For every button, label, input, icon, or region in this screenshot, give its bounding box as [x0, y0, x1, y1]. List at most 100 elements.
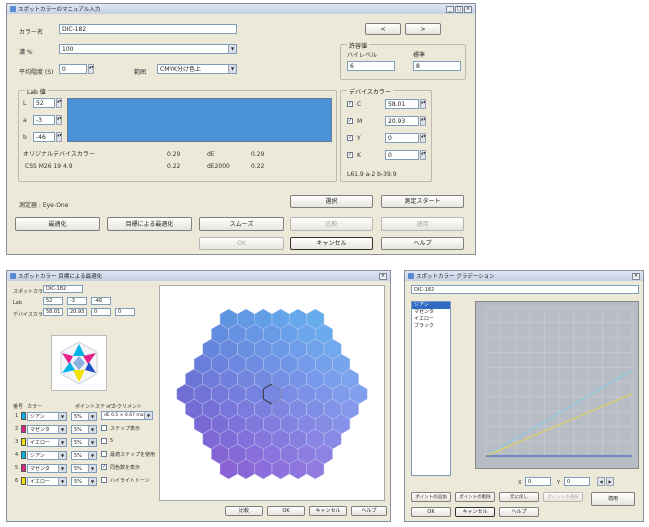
device-spinner[interactable]: ▲▼	[420, 150, 426, 160]
device-c-input[interactable]: 58.01	[385, 99, 419, 109]
device-m-checkbox[interactable]: ✓	[347, 118, 353, 124]
y-input[interactable]: 0	[564, 477, 590, 486]
device-spinner[interactable]: ▲▼	[420, 99, 426, 109]
option-checkbox[interactable]	[101, 477, 107, 483]
high-level-input[interactable]: 6	[347, 61, 395, 71]
lab-l-spinner[interactable]: ▲▼	[56, 98, 62, 108]
channel-list-item[interactable]: シアン	[412, 302, 450, 309]
device-value-field[interactable]: 0	[91, 308, 111, 316]
step-dropdown[interactable]: 5% ▼	[71, 477, 97, 486]
lab-b-spinner[interactable]: ▲▼	[56, 132, 62, 142]
step-dropdown[interactable]: 5% ▼	[71, 451, 97, 460]
lab-value-field[interactable]: 52	[43, 297, 63, 305]
prev-button[interactable]: <	[365, 23, 401, 35]
color-name-input[interactable]: DIC-182	[59, 24, 237, 34]
x-input[interactable]: 0	[525, 477, 551, 486]
tolerance-title: 許容値	[347, 41, 370, 50]
cancel-button[interactable]: キャンセル	[455, 507, 495, 517]
color-name-field[interactable]: DIC-182	[411, 285, 639, 294]
average-input[interactable]: 0	[59, 64, 87, 74]
color-dropdown[interactable]: マゼンタ ▼	[27, 464, 67, 473]
chevron-left-icon[interactable]: ◀	[597, 477, 605, 486]
device-spinner[interactable]: ▲▼	[420, 116, 426, 126]
option-checkbox[interactable]	[101, 438, 107, 444]
step-dropdown[interactable]: 5% ▼	[71, 438, 97, 447]
apply-button[interactable]: 適用	[591, 492, 635, 506]
spot-color-input[interactable]: DIC-182	[43, 285, 83, 293]
device-channel-label: K	[357, 152, 361, 159]
gradation-graph[interactable]	[475, 301, 639, 469]
close-button[interactable]: ×	[632, 272, 640, 280]
device-value-field[interactable]: 0	[115, 308, 135, 316]
step-value: 5%	[74, 440, 82, 446]
minimize-button[interactable]: _	[446, 5, 454, 13]
ok-button[interactable]: OK	[411, 507, 451, 517]
option-label: 同色数を表示	[110, 465, 141, 471]
add-point-button[interactable]: ポイントの追加	[411, 492, 451, 502]
close-button[interactable]: ×	[464, 5, 472, 13]
increment-dropdown[interactable]: dE 0.5 × 0.67 max ▼	[101, 411, 153, 420]
device-k-checkbox[interactable]: ✓	[347, 152, 353, 158]
device-value-field[interactable]: 58.01	[43, 308, 63, 316]
compare-button[interactable]: 比較	[225, 506, 263, 516]
help-button[interactable]: ヘルプ	[381, 237, 464, 250]
option-checkbox[interactable]	[101, 451, 107, 457]
lab-a-input[interactable]: -3	[33, 115, 55, 125]
lab-value-field[interactable]: -3	[67, 297, 87, 305]
chevron-right-icon[interactable]: ▶	[606, 477, 614, 486]
channel-list-item[interactable]: ブラック	[412, 323, 450, 330]
option-checkbox[interactable]: ✓	[101, 464, 107, 470]
close-button[interactable]: ×	[379, 272, 387, 280]
cancel-button[interactable]: キャンセル	[309, 506, 347, 516]
channel-list[interactable]: シアン マゼンタ イエロー ブラック	[411, 301, 451, 476]
select-point-button[interactable]: ポイントの選択	[543, 492, 583, 502]
smooth-button[interactable]: スムーズ	[199, 217, 284, 231]
lab-l-input[interactable]: 52	[33, 98, 55, 108]
help-button[interactable]: ヘルプ	[499, 507, 539, 517]
reset-button[interactable]: 元に戻し	[499, 492, 539, 502]
delete-point-button[interactable]: ポイントの削除	[455, 492, 495, 502]
device-value-field[interactable]: 20.93	[67, 308, 87, 316]
y-label: Y	[557, 480, 561, 486]
compare-button[interactable]: 比較	[290, 217, 373, 231]
channel-list-item[interactable]: マゼンタ	[412, 309, 450, 316]
cancel-button[interactable]: キャンセル	[290, 237, 373, 250]
select-button[interactable]: 選択	[290, 195, 373, 208]
color-dropdown[interactable]: イエロー ▼	[27, 477, 67, 486]
average-spinner[interactable]: ▲▼	[88, 64, 94, 74]
color-dropdown[interactable]: シアン ▼	[27, 451, 67, 460]
standard-input[interactable]: 8	[413, 61, 461, 71]
option-checkbox[interactable]	[101, 425, 107, 431]
type-dropdown[interactable]: CMYK分け色上 ▼	[157, 64, 237, 74]
device-k-input[interactable]: 0	[385, 150, 419, 160]
color-dropdown[interactable]: マゼンタ ▼	[27, 425, 67, 434]
help-button[interactable]: ヘルプ	[351, 506, 387, 516]
color-dropdown[interactable]: イエロー ▼	[27, 438, 67, 447]
optimize-button[interactable]: 最適化	[15, 217, 100, 231]
ok-button[interactable]: OK	[199, 237, 284, 250]
step-dropdown[interactable]: 5% ▼	[71, 425, 97, 434]
ok-button[interactable]: OK	[267, 506, 305, 516]
lab-value-field[interactable]: -46	[91, 297, 111, 305]
device-c-checkbox[interactable]: ✓	[347, 101, 353, 107]
device-y-input[interactable]: 0	[385, 133, 419, 143]
density-dropdown[interactable]: 100 ▼	[59, 44, 237, 54]
next-button[interactable]: >	[405, 23, 441, 35]
device-spinner[interactable]: ▲▼	[420, 133, 426, 143]
lab-b-input[interactable]: -46	[33, 132, 55, 142]
color-dropdown[interactable]: シアン ▼	[27, 412, 67, 421]
device-m-input[interactable]: 20.93	[385, 116, 419, 126]
device-y-checkbox[interactable]: ✓	[347, 135, 353, 141]
step-dropdown[interactable]: 5% ▼	[71, 464, 97, 473]
hexagon-grid[interactable]	[160, 286, 384, 500]
option-label: 5	[110, 438, 114, 444]
lab-a-spinner[interactable]: ▲▼	[56, 115, 62, 125]
hexagon-grid-panel[interactable]	[159, 285, 385, 501]
optimize-target-button[interactable]: 目標による最適化	[107, 217, 192, 231]
maximize-button[interactable]: □	[455, 5, 463, 13]
apply-button[interactable]: 適用	[381, 217, 464, 231]
gradation-curve[interactable]	[476, 302, 638, 468]
step-dropdown[interactable]: 5% ▼	[71, 412, 97, 421]
channel-list-item[interactable]: イエロー	[412, 316, 450, 323]
measure-start-button[interactable]: 測定スタート	[381, 195, 464, 208]
